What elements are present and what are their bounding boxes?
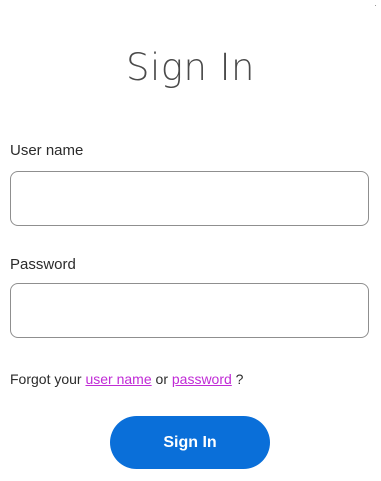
password-field[interactable] xyxy=(10,283,369,338)
sign-in-button[interactable]: Sign In xyxy=(110,416,270,469)
username-label: User name xyxy=(10,142,84,159)
forgot-password-link[interactable]: password xyxy=(172,371,232,387)
forgot-credentials-text: Forgot your user name or password ? xyxy=(10,370,243,388)
forgot-username-link[interactable]: user name xyxy=(85,371,151,387)
forgot-connector: or xyxy=(151,371,172,387)
stray-dot xyxy=(375,5,376,6)
page-title: Sign In xyxy=(125,46,256,89)
forgot-prefix: Forgot your xyxy=(10,371,86,387)
password-label: Password xyxy=(10,256,76,273)
username-field[interactable] xyxy=(10,171,369,226)
forgot-suffix: ? xyxy=(231,371,244,387)
